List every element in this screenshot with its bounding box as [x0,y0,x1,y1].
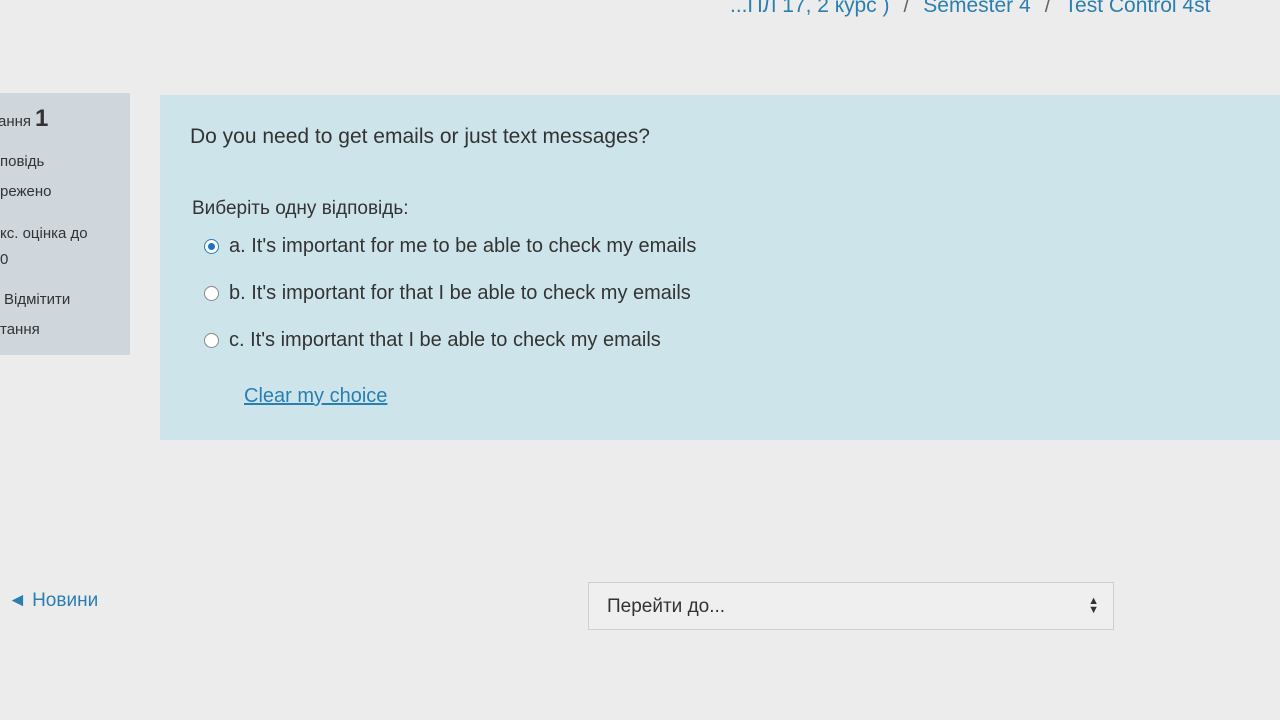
radio-option-b[interactable] [204,286,219,301]
clear-choice-link[interactable]: Clear my choice [244,385,387,408]
breadcrumb: ...ПЛ 17, 2 курс ) / Semester 4 / Test Contr… [730,0,1210,18]
question-number: 1 [35,105,49,132]
option-a[interactable]: a. It's important for me to be able to c… [204,235,696,258]
radio-option-c[interactable] [204,333,219,348]
answer-prompt: Виберіть одну відповідь: [192,198,409,219]
breadcrumb-semester[interactable]: Semester 4 [923,0,1030,17]
status-line-2: режено [0,183,52,200]
radio-option-a[interactable] [204,239,219,254]
option-b-label: b. It's important for that I be able to … [229,282,691,304]
question-number-row: ання 1 [0,105,48,133]
option-b[interactable]: b. It's important for that I be able to … [204,282,691,305]
breadcrumb-separator: / [1044,0,1051,17]
grade-line-2: 0 [0,251,9,268]
jump-to-select[interactable]: Перейти до... ▲ ▼ [588,582,1114,630]
status-line-1: повідь [0,153,45,170]
question-text: Do you need to get emails or just text m… [190,125,650,148]
breadcrumb-test[interactable]: Test Control 4st [1065,0,1211,17]
option-c-label: c. It's important that I be able to chec… [229,329,661,351]
question-panel: Do you need to get emails or just text m… [160,95,1280,440]
option-c[interactable]: c. It's important that I be able to chec… [204,329,661,352]
breadcrumb-course[interactable]: ...ПЛ 17, 2 курс ) [730,0,889,17]
flag-line-1: Відмітити [4,291,71,308]
flag-line-2: тання [0,321,40,338]
prev-activity-link[interactable]: ◄ Новини [8,590,98,612]
select-arrows-icon: ▲ ▼ [1088,595,1099,616]
flag-question-link[interactable]: Відмітити [4,291,70,308]
grade-line-1: кс. оцінка до [0,225,88,242]
question-label: ання [0,113,32,130]
option-a-label: a. It's important for me to be able to c… [229,235,697,257]
question-info-box: ання 1 повідь режено кс. оцінка до 0 Відм… [0,93,130,355]
jump-to-value: Перейти до... [607,596,726,617]
breadcrumb-separator: / [903,0,910,17]
